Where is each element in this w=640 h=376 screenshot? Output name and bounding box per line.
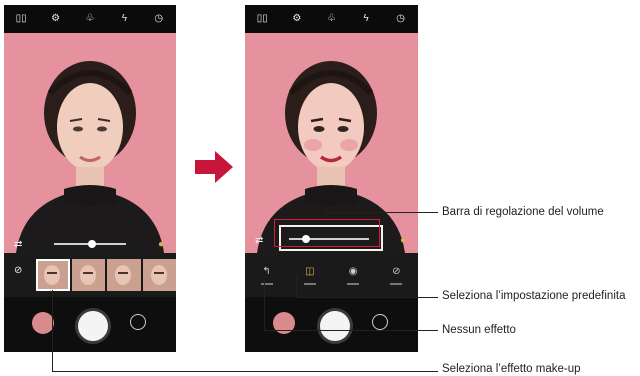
preset-item[interactable] [71, 259, 105, 291]
adjust-icon[interactable]: ⇄ [14, 239, 22, 250]
gallery-thumbnail[interactable] [32, 312, 54, 334]
preset-strip [36, 259, 176, 291]
split-view-icon[interactable]: ▯▯ [14, 14, 28, 24]
leader-makeup [52, 290, 53, 372]
effect-icons: ↰ ◫ ◉ ⊘ [245, 257, 418, 293]
shutter-button[interactable] [75, 308, 111, 344]
leader-preset [296, 276, 297, 297]
portrait-image [16, 61, 164, 253]
viewfinder: ⇄ ● [4, 33, 176, 253]
leader-preset [296, 297, 438, 298]
filter-icon[interactable]: ♧ [83, 14, 97, 24]
callout-volume-bar: Barra di regolazione del volume [442, 206, 604, 218]
leader-makeup [52, 371, 438, 372]
callout-makeup: Seleziona l’effetto make-up [442, 363, 581, 375]
volume-bar-callout-box [274, 219, 380, 247]
adjust-icon[interactable]: ⇄ [255, 235, 263, 246]
phone-screen-left: ▯▯ ⚙ ♧ ϟ ◷ ⇄ ● ⊘ [4, 5, 176, 352]
switch-camera-icon[interactable] [372, 314, 388, 330]
effect-panel: ↰ ◫ ◉ ⊘ [245, 253, 418, 297]
preset-item[interactable] [36, 259, 70, 291]
no-effect-icon[interactable]: ⊘ [386, 266, 406, 285]
leader-volume [326, 212, 438, 213]
preset-item[interactable] [142, 259, 176, 291]
timer-icon[interactable]: ◷ [152, 14, 166, 24]
camera-toolbar: ▯▯ ⚙ ♧ ϟ ◷ [245, 5, 418, 33]
callout-no-effect: Nessun effetto [442, 324, 516, 336]
settings-icon[interactable]: ⚙ [49, 14, 63, 24]
no-effect-icon[interactable]: ⊘ [14, 265, 22, 276]
camera-toolbar: ▯▯ ⚙ ♧ ϟ ◷ [4, 5, 176, 33]
eye-icon[interactable]: ◉ [343, 266, 363, 285]
makeup-icon[interactable]: ◫ [300, 266, 320, 285]
leader-volume [326, 212, 327, 219]
arrow-right-icon [195, 151, 233, 183]
flash-off-icon[interactable]: ϟ [359, 14, 373, 24]
leader-no-effect [264, 330, 438, 331]
callout-preset: Seleziona l’impostazione predefinita [442, 290, 626, 302]
shutter-button[interactable] [316, 308, 353, 344]
switch-camera-icon[interactable] [130, 314, 146, 330]
timer-icon[interactable]: ◷ [394, 14, 408, 24]
preset-item[interactable] [107, 259, 141, 291]
makeup-panel: ⊘ [4, 253, 176, 297]
settings-icon[interactable]: ⚙ [290, 14, 304, 24]
leader-no-effect [264, 280, 265, 330]
undo-icon[interactable]: ↰ [257, 266, 277, 285]
flash-off-icon[interactable]: ϟ [117, 14, 131, 24]
bottom-controls [4, 297, 176, 352]
beauty-icon[interactable]: ● [400, 235, 406, 246]
split-view-icon[interactable]: ▯▯ [255, 14, 269, 24]
bottom-controls [245, 297, 418, 352]
filter-icon[interactable]: ♧ [324, 14, 338, 24]
phone-screen-right: ▯▯ ⚙ ♧ ϟ ◷ ⇄ ● ↰ ◫ ◉ ⊘ [245, 5, 418, 352]
volume-slider-knob[interactable] [88, 240, 96, 248]
beauty-icon[interactable]: ● [158, 239, 164, 250]
